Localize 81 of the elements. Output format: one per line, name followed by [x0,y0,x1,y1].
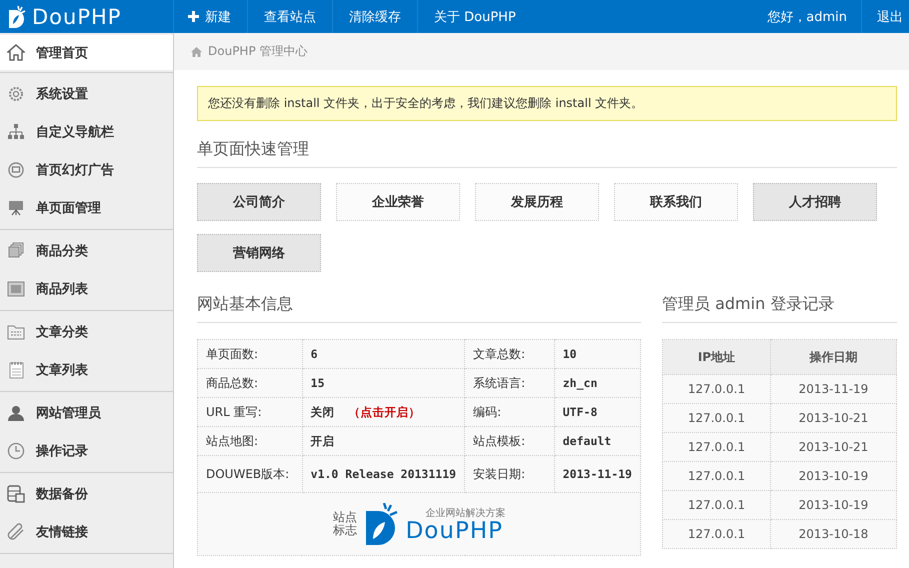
info-value: 6 [302,340,465,368]
sidebar-item[interactable]: 文章列表 [0,351,173,389]
table-cell: 2013-10-21 [770,404,896,432]
enable-link[interactable]: （点击开启） [348,404,421,418]
logo-icon [364,503,400,545]
image-icon [7,280,25,298]
page-button[interactable]: 发展历程 [475,183,599,221]
info-label: DOUWEB版本: [198,456,302,492]
table-cell: 2013-10-19 [770,462,896,490]
page-button[interactable]: 公司简介 [197,183,321,221]
home-icon [191,46,202,56]
info-value: 开启 [302,426,465,456]
sidebar-item[interactable]: 操作记录 [0,432,173,470]
sidebar-item[interactable]: 自定义导航栏 [0,113,173,151]
stack-icon [7,242,25,260]
info-label: 编码: [464,398,554,426]
notepad-icon [7,361,25,379]
clock-icon [7,442,25,460]
info-label: 商品总数: [198,368,302,398]
logo-icon [6,4,28,28]
table-cell: 2013-10-18 [770,520,896,548]
info-label: 站点地图: [198,426,302,456]
sidebar-item[interactable]: 文章分类 [0,313,173,351]
info-value: 15 [302,368,465,398]
page-button[interactable]: 人才招聘 [753,183,877,221]
section-title: 网站基本信息 [197,294,293,315]
table-cell: 2013-10-19 [770,490,896,520]
info-value: zh_cn [554,368,640,398]
folder-icon [7,323,25,341]
table-cell: 2013-10-21 [770,432,896,462]
info-label: 站点模板: [464,426,554,456]
logo-text: DouPHP [32,4,122,28]
section-title: 管理员 admin 登录记录 [662,294,834,315]
breadcrumb-text: DouPHP 管理中心 [208,43,308,60]
info-value: 2013-11-19 [554,456,640,492]
logo-tagline: 企业网站解决方案 [426,506,506,520]
info-value: UTF-8 [554,398,640,426]
database-icon [7,485,25,503]
table-cell: 127.0.0.1 [662,374,770,404]
sidebar-item[interactable]: 商品分类 [0,232,173,270]
section-title: 单页面快速管理 [197,139,309,160]
table-cell: 127.0.0.1 [662,462,770,490]
sidebar-item[interactable]: 友情链接 [0,513,173,551]
sitemap-icon [7,123,25,141]
table-cell: 127.0.0.1 [662,520,770,548]
page-button[interactable]: 企业荣誉 [336,183,460,221]
greeting-text: 您好，admin [766,8,848,26]
table-cell: 127.0.0.1 [662,404,770,432]
info-value: v1.0 Release 20131119 [302,456,465,492]
page-button[interactable]: 营销网络 [197,234,321,272]
slideshow-icon [7,161,25,179]
sidebar-item[interactable]: 系统设置 [0,75,173,113]
home-icon [7,44,25,62]
easel-icon [7,199,25,217]
sidebar-item[interactable]: 网站管理员 [0,394,173,432]
sidebar-item[interactable]: 商品列表 [0,270,173,308]
table-cell: 127.0.0.1 [662,490,770,520]
column-header: IP地址 [662,340,770,374]
sidebar-item[interactable]: 首页幻灯广告 [0,151,173,189]
gear-icon [7,85,25,103]
info-label: 系统语言: [464,368,554,398]
sidebar-item[interactable]: 数据备份 [0,475,173,513]
warning-message: 您还没有删除 install 文件夹，出于安全的考虑，我们建议您删除 install 文件夹。 [197,86,897,121]
sidebar-item[interactable]: 管理首页 [0,35,173,70]
info-label: 文章总数: [464,340,554,368]
logo-text: DouPHP [406,520,503,542]
table-cell: 127.0.0.1 [662,432,770,462]
logo-label: 站点标志 [332,511,358,537]
plus-icon [188,11,199,22]
column-header: 操作日期 [770,340,896,374]
info-label: URL 重写: [198,398,302,426]
info-label: 单页面数: [198,340,302,368]
user-icon [7,404,25,422]
link-icon [7,523,25,541]
table-cell: 2013-11-19 [770,374,896,404]
info-value: 关闭 [310,404,335,418]
sidebar-item[interactable]: 单页面管理 [0,189,173,227]
page-button[interactable]: 联系我们 [614,183,738,221]
info-label: 安装日期: [464,456,554,492]
info-value: default [554,426,640,456]
info-value: 10 [554,340,640,368]
